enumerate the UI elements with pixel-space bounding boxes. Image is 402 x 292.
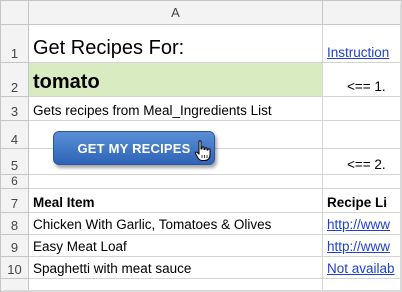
hand-pointer-icon xyxy=(194,140,211,161)
cell-b3[interactable] xyxy=(323,97,401,121)
recipe-link-3[interactable]: Not availab xyxy=(327,261,395,276)
row-header-10[interactable]: 10 xyxy=(1,257,29,279)
column-header-b[interactable] xyxy=(323,1,401,25)
cell-a6[interactable] xyxy=(29,175,323,189)
row-header-4[interactable]: 4 xyxy=(1,121,29,149)
recipe-link-2[interactable]: http://www xyxy=(327,239,390,254)
row-header-9[interactable]: 9 xyxy=(1,235,29,257)
cell-a3-description[interactable]: Gets recipes from Meal_Ingredients List xyxy=(29,97,323,121)
instructions-link[interactable]: Instruction xyxy=(327,45,389,60)
meal-item-1[interactable]: Chicken With Garlic, Tomatoes & Olives xyxy=(29,213,323,235)
cell-a2-ingredient-input[interactable]: tomato xyxy=(29,63,323,97)
recipe-link-cell-2[interactable]: http://www xyxy=(323,235,401,257)
cell-b6[interactable] xyxy=(323,175,401,189)
header-meal-item[interactable]: Meal Item xyxy=(29,189,323,213)
get-my-recipes-label: GET MY RECIPES xyxy=(77,140,191,156)
recipe-link-1[interactable]: http://www xyxy=(327,217,390,232)
header-recipe-link[interactable]: Recipe Li xyxy=(323,189,401,213)
recipe-link-cell-1[interactable]: http://www xyxy=(323,213,401,235)
row-header-8[interactable]: 8 xyxy=(1,213,29,235)
row-header-1[interactable]: 1 xyxy=(1,25,29,63)
cell-b5-step-2[interactable]: <== 2. xyxy=(323,149,401,175)
row-header-2[interactable]: 2 xyxy=(1,63,29,97)
meal-item-2[interactable]: Easy Meat Loaf xyxy=(29,235,323,257)
recipe-link-cell-3[interactable]: Not availab xyxy=(323,257,401,279)
row-header-7[interactable]: 7 xyxy=(1,189,29,213)
select-all-corner[interactable] xyxy=(1,1,29,25)
cell-b1-instructions-link[interactable]: Instruction xyxy=(323,25,401,63)
spreadsheet-grid: A 1 2 3 4 5 6 7 8 9 10 Get Recipes For: … xyxy=(0,0,402,292)
get-my-recipes-button[interactable]: GET MY RECIPES xyxy=(53,131,215,165)
row-header-5[interactable]: 5 xyxy=(1,149,29,175)
cell-b2-step-1[interactable]: <== 1. xyxy=(323,63,401,97)
row-header-6[interactable]: 6 xyxy=(1,174,29,189)
cell-b4[interactable] xyxy=(323,121,401,149)
cell-a1-title[interactable]: Get Recipes For: xyxy=(29,25,323,63)
column-header-a[interactable]: A xyxy=(29,1,323,25)
meal-item-3[interactable]: Spaghetti with meat sauce xyxy=(29,257,323,279)
row-header-3[interactable]: 3 xyxy=(1,97,29,121)
